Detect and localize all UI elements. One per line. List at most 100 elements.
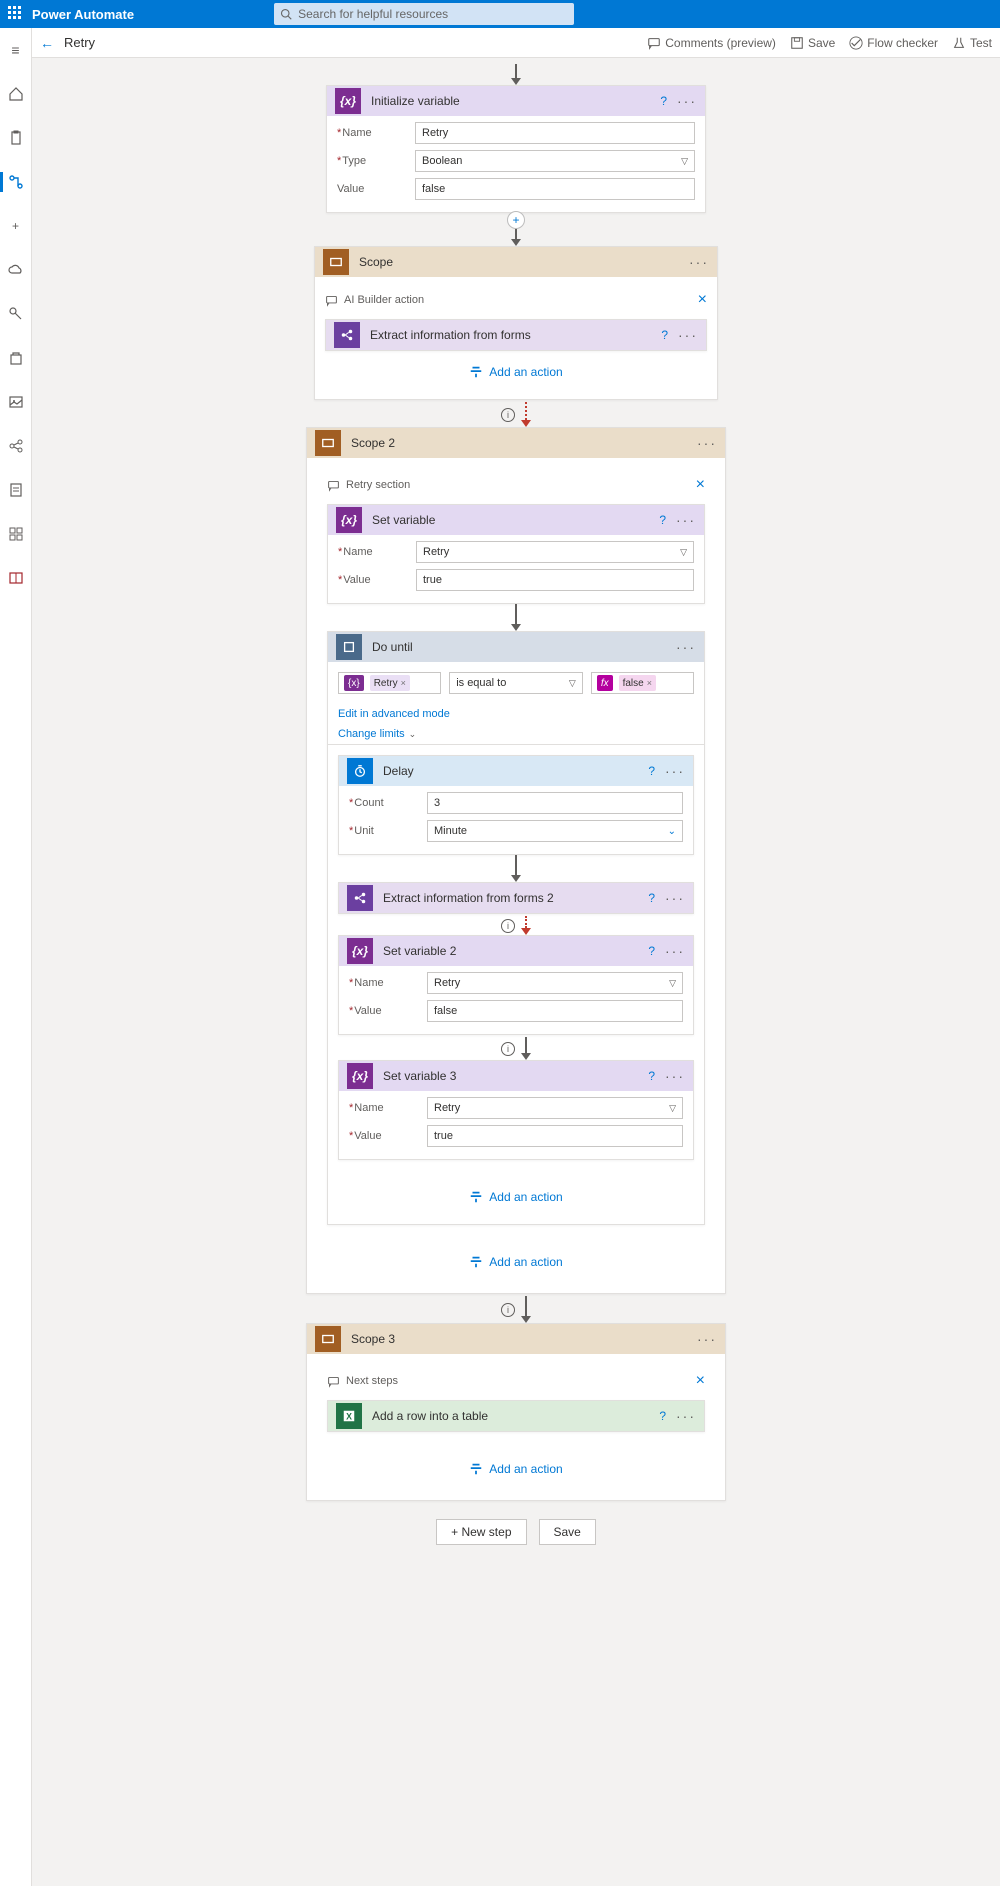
more-icon[interactable]: ··· xyxy=(676,639,696,655)
more-icon[interactable]: ··· xyxy=(697,1331,717,1347)
nav-add[interactable]: + xyxy=(2,212,30,240)
action-do-until[interactable]: Do until ··· {x}Retry× is equal to▽ fxfa… xyxy=(327,631,705,1225)
comment-icon xyxy=(327,479,340,492)
action-extract-forms-2[interactable]: Extract information from forms 2 ? ··· xyxy=(338,882,694,914)
add-action-link[interactable]: Add an action xyxy=(338,1160,694,1214)
help-icon[interactable]: ? xyxy=(661,328,668,342)
help-icon[interactable]: ? xyxy=(648,891,655,905)
action-initialize-variable[interactable]: {x} Initialize variable ? ··· *Name *Typ… xyxy=(326,85,706,213)
help-icon[interactable]: ? xyxy=(648,1069,655,1083)
condition-left[interactable]: {x}Retry× xyxy=(338,672,441,694)
close-icon[interactable]: × xyxy=(698,291,707,309)
value-input[interactable] xyxy=(427,1125,683,1147)
more-icon[interactable]: ··· xyxy=(677,93,697,109)
action-extract-forms[interactable]: Extract information from forms ? ··· xyxy=(325,319,707,351)
nav-bag[interactable] xyxy=(2,344,30,372)
name-select[interactable]: Retry▽ xyxy=(427,972,683,994)
app-title: Power Automate xyxy=(32,7,134,22)
nav-share[interactable] xyxy=(2,432,30,460)
close-icon[interactable]: × xyxy=(696,476,705,494)
comments-button[interactable]: Comments (preview) xyxy=(647,36,776,50)
flow-canvas[interactable]: {x} Initialize variable ? ··· *Name *Typ… xyxy=(32,58,1000,1886)
left-nav: ≡ + xyxy=(0,28,32,1886)
more-icon[interactable]: ··· xyxy=(678,327,698,343)
more-icon[interactable]: ··· xyxy=(697,435,717,451)
edit-advanced-link[interactable]: Edit in advanced mode xyxy=(328,704,704,724)
new-step-button[interactable]: + New step xyxy=(436,1519,526,1545)
nav-flows[interactable] xyxy=(2,168,30,196)
search-placeholder: Search for helpful resources xyxy=(298,7,448,21)
nav-key[interactable] xyxy=(2,300,30,328)
scope-3[interactable]: Scope 3 ··· Next steps × X Add a row int… xyxy=(306,1323,726,1501)
nav-image[interactable] xyxy=(2,388,30,416)
info-icon[interactable]: i xyxy=(501,1042,515,1056)
back-arrow-icon[interactable]: ← xyxy=(40,35,54,51)
info-icon[interactable]: i xyxy=(501,1303,515,1317)
unit-select[interactable]: Minute⌄ xyxy=(427,820,683,842)
more-icon[interactable]: ··· xyxy=(665,1068,685,1084)
nav-book[interactable] xyxy=(2,564,30,592)
more-icon[interactable]: ··· xyxy=(689,254,709,270)
save-flow-button[interactable]: Save xyxy=(539,1519,596,1545)
name-select[interactable]: Retry▽ xyxy=(416,541,694,563)
nav-clipboard[interactable] xyxy=(2,124,30,152)
add-action-link[interactable]: Add an action xyxy=(327,1432,705,1486)
more-icon[interactable]: ··· xyxy=(676,512,696,528)
scope-icon xyxy=(315,1326,341,1352)
info-icon[interactable]: i xyxy=(501,919,515,933)
value-input[interactable] xyxy=(415,178,695,200)
value-input[interactable] xyxy=(427,1000,683,1022)
count-input[interactable] xyxy=(427,792,683,814)
nav-cloud[interactable] xyxy=(2,256,30,284)
action-set-variable-3[interactable]: {x} Set variable 3 ? ··· *NameRetry▽ *Va… xyxy=(338,1060,694,1160)
flow-title: Retry xyxy=(64,35,95,50)
condition-right[interactable]: fxfalse× xyxy=(591,672,694,694)
help-icon[interactable]: ? xyxy=(648,764,655,778)
action-set-variable[interactable]: {x} Set variable ? ··· *NameRetry▽ *Valu… xyxy=(327,504,705,604)
scope-2[interactable]: Scope 2 ··· Retry section × {x} Set vari… xyxy=(306,427,726,1294)
app-header: Power Automate Search for helpful resour… xyxy=(0,0,1000,28)
more-icon[interactable]: ··· xyxy=(665,943,685,959)
more-icon[interactable]: ··· xyxy=(665,890,685,906)
condition-operator[interactable]: is equal to▽ xyxy=(449,672,583,694)
help-icon[interactable]: ? xyxy=(660,94,667,108)
add-step-icon[interactable]: + xyxy=(507,211,525,229)
search-input[interactable]: Search for helpful resources xyxy=(274,3,574,25)
more-icon[interactable]: ··· xyxy=(676,1408,696,1424)
value-input[interactable] xyxy=(416,569,694,591)
close-icon[interactable]: × xyxy=(696,1372,705,1390)
name-select[interactable]: Retry▽ xyxy=(427,1097,683,1119)
sub-header: ← Retry Comments (preview) Save Flow che… xyxy=(0,28,1000,58)
add-action-link[interactable]: Add an action xyxy=(325,351,707,389)
add-action-link[interactable]: Add an action xyxy=(327,1225,705,1279)
nav-toggle[interactable]: ≡ xyxy=(2,36,30,64)
variable-icon: {x} xyxy=(336,507,362,533)
nav-home[interactable] xyxy=(2,80,30,108)
type-select[interactable]: Boolean▽ xyxy=(415,150,695,172)
test-button[interactable]: Test xyxy=(952,36,992,50)
search-icon xyxy=(280,8,292,20)
scope-comment: Retry section × xyxy=(327,472,705,504)
flow-checker-button[interactable]: Flow checker xyxy=(849,36,938,50)
comment-icon xyxy=(325,294,338,307)
save-button[interactable]: Save xyxy=(790,36,835,50)
action-title: Initialize variable xyxy=(371,94,650,108)
action-add-row-table[interactable]: X Add a row into a table ? ··· xyxy=(327,1400,705,1432)
ai-builder-icon xyxy=(334,322,360,348)
info-icon[interactable]: i xyxy=(501,408,515,422)
help-icon[interactable]: ? xyxy=(659,1409,666,1423)
waffle-icon[interactable] xyxy=(8,6,24,22)
scope-icon xyxy=(315,430,341,456)
more-icon[interactable]: ··· xyxy=(665,763,685,779)
help-icon[interactable]: ? xyxy=(659,513,666,527)
nav-doc[interactable] xyxy=(2,476,30,504)
scope-comment: AI Builder action × xyxy=(325,287,707,319)
scope-1[interactable]: Scope ··· AI Builder action × Extract in… xyxy=(314,246,718,400)
help-icon[interactable]: ? xyxy=(648,944,655,958)
scope-title: Scope 2 xyxy=(351,436,687,450)
nav-grid[interactable] xyxy=(2,520,30,548)
change-limits-link[interactable]: Change limits⌄ xyxy=(328,724,704,744)
name-input[interactable] xyxy=(415,122,695,144)
action-set-variable-2[interactable]: {x} Set variable 2 ? ··· *NameRetry▽ *Va… xyxy=(338,935,694,1035)
action-delay[interactable]: Delay ? ··· *Count *UnitMinute⌄ xyxy=(338,755,694,855)
